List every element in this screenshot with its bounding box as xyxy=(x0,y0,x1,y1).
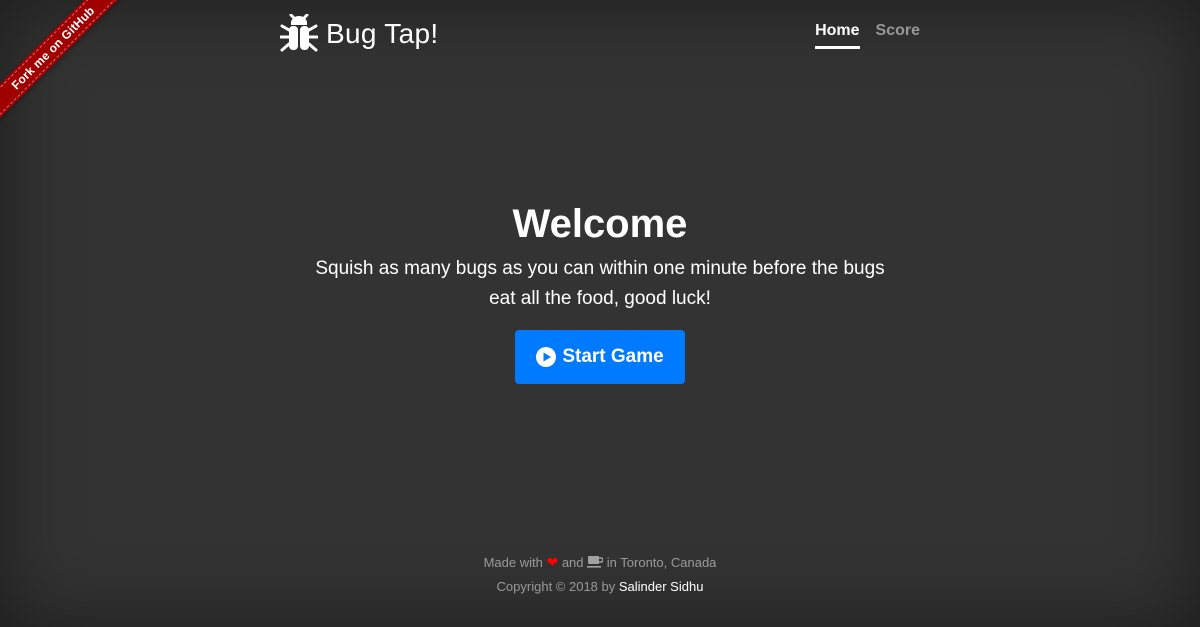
footer-made-with-line: Made with ❤ and in Toronto, Canada xyxy=(0,550,1200,575)
start-game-button[interactable]: Start Game xyxy=(515,330,685,384)
welcome-title: Welcome xyxy=(512,202,688,246)
play-circle-icon xyxy=(536,347,557,367)
copyright-text: Copyright © 2018 by xyxy=(496,579,616,594)
brand[interactable]: Bug Tap! xyxy=(279,13,439,54)
nav-home-link[interactable]: Home xyxy=(815,22,860,49)
nav-score-link[interactable]: Score xyxy=(876,22,920,49)
welcome-section: Welcome Squish as many bugs as you can w… xyxy=(0,200,1200,384)
footer: Made with ❤ and in Toronto, Canada Copyr… xyxy=(0,550,1200,599)
heart-icon: ❤ xyxy=(546,554,559,570)
main-nav: Home Score xyxy=(815,22,920,49)
footer-copyright-line: Copyright © 2018 by Salinder Sidhu xyxy=(0,575,1200,599)
intro-text: Squish as many bugs as you can within on… xyxy=(315,258,885,309)
github-ribbon-container: Fork me on GitHub xyxy=(0,0,150,150)
author-link[interactable]: Salinder Sidhu xyxy=(619,579,704,594)
bug-icon xyxy=(279,13,319,54)
and-text: and xyxy=(561,555,584,570)
location-text: in Toronto, Canada xyxy=(606,555,717,570)
made-with-text: Made with xyxy=(483,555,543,570)
masthead: Bug Tap! Home Score xyxy=(279,0,920,72)
start-game-label: Start Game xyxy=(562,346,664,367)
brand-title: Bug Tap! xyxy=(326,18,439,49)
fork-on-github-ribbon[interactable]: Fork me on GitHub xyxy=(0,0,135,130)
coffee-icon xyxy=(587,552,604,568)
